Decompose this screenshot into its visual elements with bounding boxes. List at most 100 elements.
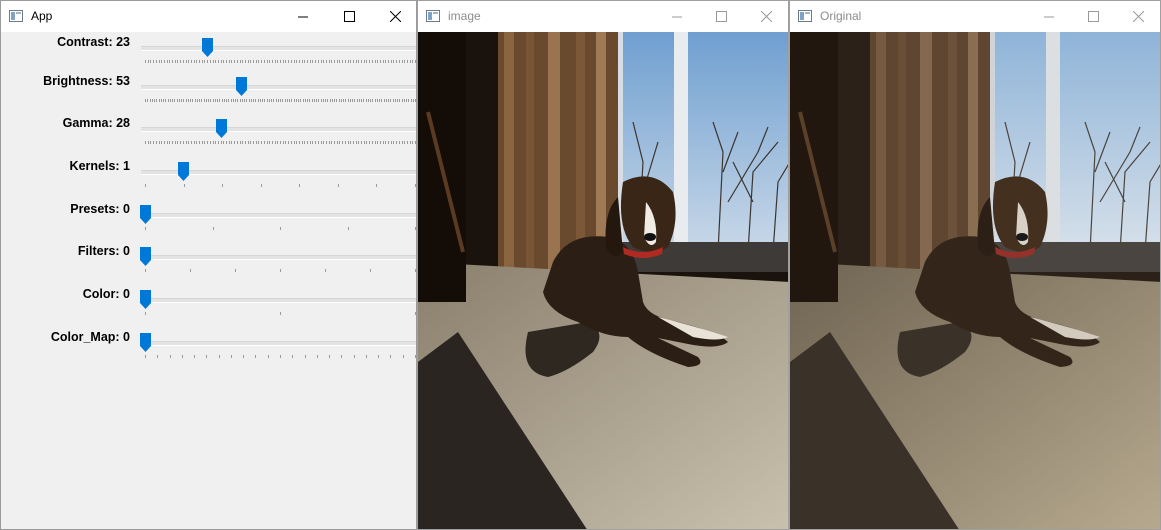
dog-photo-adjusted xyxy=(418,32,788,529)
trackbar-thumb[interactable] xyxy=(235,77,247,96)
trackbar-thumb[interactable] xyxy=(215,119,227,138)
tick-mark xyxy=(298,60,300,63)
tick-mark xyxy=(406,60,408,63)
tick-mark xyxy=(255,60,257,63)
tick-mark xyxy=(374,60,376,63)
trackbar-thumb[interactable] xyxy=(178,162,190,181)
trackbar-track[interactable] xyxy=(141,127,416,132)
minimize-button[interactable] xyxy=(280,1,326,32)
close-button[interactable] xyxy=(1115,1,1160,32)
tick-mark xyxy=(145,312,146,315)
tick-mark xyxy=(155,60,157,63)
trackbar-thumb[interactable] xyxy=(140,333,151,352)
tick-mark xyxy=(156,99,158,102)
titlebar[interactable]: image xyxy=(418,1,788,32)
tick-mark xyxy=(292,355,294,358)
minimize-button[interactable] xyxy=(654,1,700,32)
maximize-button[interactable] xyxy=(1070,1,1116,32)
tick-mark xyxy=(393,60,395,63)
tick-mark xyxy=(239,60,241,63)
tick-mark xyxy=(323,141,325,144)
trackbar-ticks xyxy=(145,60,416,64)
tick-mark xyxy=(285,60,287,63)
tick-mark xyxy=(388,99,389,102)
maximize-button[interactable] xyxy=(698,1,744,32)
minimize-icon xyxy=(671,16,682,18)
tick-mark xyxy=(331,60,333,63)
tick-mark xyxy=(390,355,392,358)
trackbar-row: Color_Map: 0 xyxy=(1,330,416,373)
tick-mark xyxy=(290,60,292,63)
tick-mark xyxy=(366,141,368,144)
tick-mark xyxy=(190,99,191,102)
trackbar-row: Filters: 0 xyxy=(1,244,416,287)
tick-mark xyxy=(169,99,171,102)
tick-mark xyxy=(352,60,354,63)
minimize-icon xyxy=(1043,16,1054,18)
tick-mark xyxy=(398,60,400,63)
tick-mark xyxy=(266,141,268,144)
tick-mark xyxy=(336,99,338,102)
trackbar-thumb[interactable] xyxy=(140,290,151,309)
tick-mark xyxy=(248,99,250,102)
tick-mark xyxy=(394,99,396,102)
tick-mark xyxy=(396,141,398,144)
tick-mark xyxy=(169,355,171,358)
trackbar-thumb[interactable] xyxy=(140,205,151,224)
trackbar-ticks xyxy=(145,141,416,145)
trackbar-track[interactable] xyxy=(141,298,416,303)
maximize-button[interactable] xyxy=(326,1,372,32)
tick-mark xyxy=(363,60,365,63)
tick-mark xyxy=(237,99,239,102)
tick-mark xyxy=(255,141,257,144)
tick-mark xyxy=(354,99,356,102)
trackbar-thumb[interactable] xyxy=(140,247,151,266)
trackbar-thumb[interactable] xyxy=(202,38,214,57)
tick-mark xyxy=(282,141,284,144)
tick-mark xyxy=(183,99,185,102)
tick-mark xyxy=(172,99,173,102)
tick-mark xyxy=(218,355,220,358)
window-title: App xyxy=(31,9,53,23)
tick-mark xyxy=(196,141,198,144)
tick-mark xyxy=(145,269,146,272)
tick-mark xyxy=(371,60,373,63)
tick-mark xyxy=(145,99,146,102)
tick-mark xyxy=(356,99,358,102)
tick-mark xyxy=(158,60,160,63)
trackbar-track[interactable] xyxy=(141,341,416,346)
tick-mark xyxy=(271,99,272,102)
tick-mark xyxy=(163,60,165,63)
tick-mark xyxy=(302,99,304,102)
titlebar[interactable]: App xyxy=(1,1,416,32)
tick-mark xyxy=(241,99,243,102)
tick-mark xyxy=(286,99,288,102)
tick-mark xyxy=(217,60,219,63)
tick-mark xyxy=(336,141,338,144)
titlebar[interactable]: Original xyxy=(790,1,1160,32)
trackbar-panel: Contrast: 23 Brightness: 53 Gamma: 28 Kerne… xyxy=(1,32,416,529)
trackbar-track[interactable] xyxy=(141,46,416,51)
tick-mark xyxy=(236,60,238,63)
tick-mark xyxy=(261,60,263,63)
close-button[interactable] xyxy=(372,1,416,32)
tick-mark xyxy=(147,99,149,102)
trackbar-row: Presets: 0 xyxy=(1,202,416,245)
tick-mark xyxy=(412,141,414,144)
trackbar-track[interactable] xyxy=(141,213,416,218)
tick-mark xyxy=(361,60,362,63)
trackbar-track[interactable] xyxy=(141,85,416,90)
tick-mark xyxy=(258,141,260,144)
close-button[interactable] xyxy=(743,1,788,32)
tick-mark xyxy=(182,60,184,63)
tick-mark xyxy=(363,141,365,144)
tick-mark xyxy=(194,99,196,102)
trackbar-track[interactable] xyxy=(141,255,416,260)
tick-mark xyxy=(316,355,318,358)
tick-mark xyxy=(365,99,367,102)
tick-mark xyxy=(381,99,383,102)
minimize-button[interactable] xyxy=(1026,1,1072,32)
tick-mark xyxy=(352,141,354,144)
trackbar-row: Color: 0 xyxy=(1,287,416,330)
tick-mark xyxy=(172,141,173,144)
